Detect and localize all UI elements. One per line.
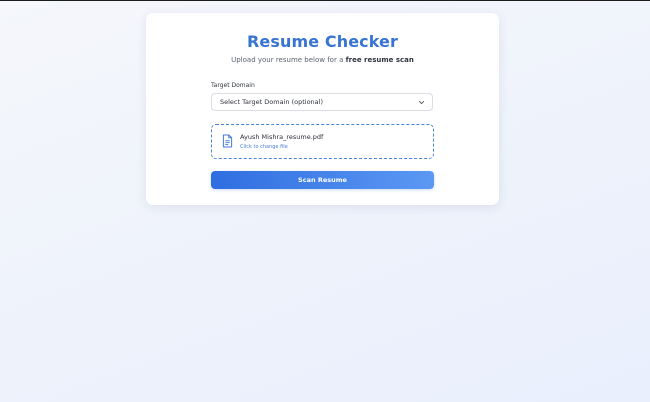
target-domain-selected-value: Select Target Domain (optional)	[220, 98, 323, 106]
resume-upload-dropzone[interactable]: Ayush Mishra_resume.pdf Click to change …	[211, 124, 434, 159]
change-file-link[interactable]: Click to change file	[240, 144, 288, 150]
window-top-border	[0, 0, 650, 1]
target-domain-label: Target Domain	[211, 82, 255, 89]
subtitle-text: Upload your resume below for a	[231, 56, 346, 64]
scan-resume-button[interactable]: Scan Resume	[211, 171, 434, 189]
page-subtitle: Upload your resume below for a free resu…	[146, 56, 499, 64]
chevron-down-icon	[418, 100, 425, 105]
resume-checker-card: Resume Checker Upload your resume below …	[146, 13, 499, 205]
page-title: Resume Checker	[246, 32, 398, 51]
subtitle-emphasis: free resume scan	[345, 56, 414, 64]
uploaded-file-name: Ayush Mishra_resume.pdf	[240, 133, 324, 141]
target-domain-select[interactable]: Select Target Domain (optional)	[211, 93, 433, 111]
file-document-icon	[222, 134, 233, 148]
